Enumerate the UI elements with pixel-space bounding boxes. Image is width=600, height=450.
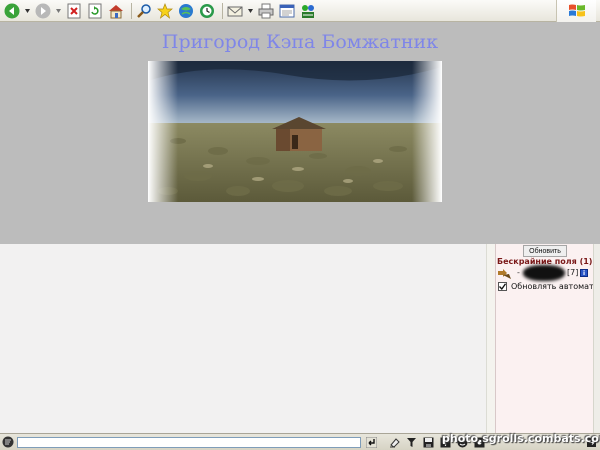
enter-icon (366, 437, 377, 448)
chat-message-input[interactable] (17, 437, 361, 448)
messenger-button[interactable] (299, 2, 317, 20)
stop-icon (67, 3, 81, 18)
back-history-dropdown[interactable] (24, 2, 30, 20)
back-button[interactable] (3, 2, 21, 20)
save-log-button[interactable] (422, 436, 435, 449)
toolbar-separator (131, 2, 132, 19)
location-image (148, 61, 442, 202)
mail-button[interactable] (226, 2, 244, 20)
search-icon (137, 3, 151, 18)
chevron-down-icon (55, 8, 61, 13)
stop-button[interactable] (65, 2, 83, 20)
refresh-users-button[interactable]: Обновить (523, 245, 567, 257)
favorites-button[interactable] (156, 2, 174, 20)
user-level: [7] (567, 268, 579, 277)
browser-toolbar (0, 0, 600, 22)
save-icon (423, 437, 434, 448)
photo-watermark: photo.sgrolls.combats.com (442, 432, 600, 445)
print-icon (258, 3, 274, 18)
print-button[interactable] (257, 2, 275, 20)
auto-refresh-option[interactable]: Обновлять автомат. (498, 282, 596, 291)
chat-frame[interactable] (0, 244, 486, 433)
filter-icon (407, 438, 416, 447)
chat-bubble-icon[interactable] (2, 436, 14, 448)
search-button[interactable] (135, 2, 153, 20)
refresh-icon (88, 3, 102, 18)
edit-icon (279, 4, 295, 17)
forward-button[interactable] (34, 2, 52, 20)
steppe-hut-image (148, 61, 442, 202)
windows-logo (556, 0, 596, 22)
mail-dropdown[interactable] (247, 2, 253, 20)
clear-chat-button[interactable] (388, 436, 401, 449)
private-message-icon[interactable] (497, 268, 513, 280)
user-prefix: - (517, 268, 520, 277)
mail-icon (227, 6, 243, 16)
media-icon (179, 3, 193, 18)
refresh-button[interactable] (86, 2, 104, 20)
edit-button[interactable] (278, 2, 296, 20)
location-heading: Пригород Кэпа Бомжатник (161, 31, 439, 53)
windows-flag-icon (568, 4, 585, 17)
messenger-icon (302, 4, 314, 18)
chevron-down-icon (24, 8, 30, 13)
hidden-user-name[interactable] (523, 265, 565, 281)
history-icon (200, 3, 214, 18)
history-button[interactable] (198, 2, 216, 20)
toolbar-separator (222, 2, 223, 19)
favorites-icon (157, 2, 173, 19)
home-button[interactable] (107, 2, 125, 20)
auto-refresh-checkbox[interactable] (498, 282, 507, 291)
forward-history-dropdown[interactable] (55, 2, 61, 20)
home-icon (109, 4, 123, 18)
online-users-panel: Обновить Бескрайние поля (1) - [7] i Обн… (495, 244, 596, 433)
location-frame: Пригород Кэпа Бомжатник (0, 22, 600, 244)
chat-scrollbar[interactable] (486, 244, 495, 433)
forward-icon (35, 3, 51, 18)
checkmark-icon (499, 283, 506, 290)
media-button[interactable] (177, 2, 195, 20)
back-icon (4, 3, 20, 18)
chevron-down-icon (247, 8, 253, 13)
filter-button[interactable] (405, 436, 418, 449)
browser-window: Пригород Кэпа Бомжатник Обновить Бескрай… (0, 0, 600, 450)
panel-scrollbar[interactable] (593, 244, 600, 433)
user-list-item[interactable]: - [7] i (497, 265, 593, 281)
user-info-icon[interactable]: i (580, 269, 588, 277)
clear-icon (390, 438, 400, 448)
auto-refresh-label: Обновлять автомат. (511, 282, 597, 291)
send-message-button[interactable] (365, 436, 378, 449)
